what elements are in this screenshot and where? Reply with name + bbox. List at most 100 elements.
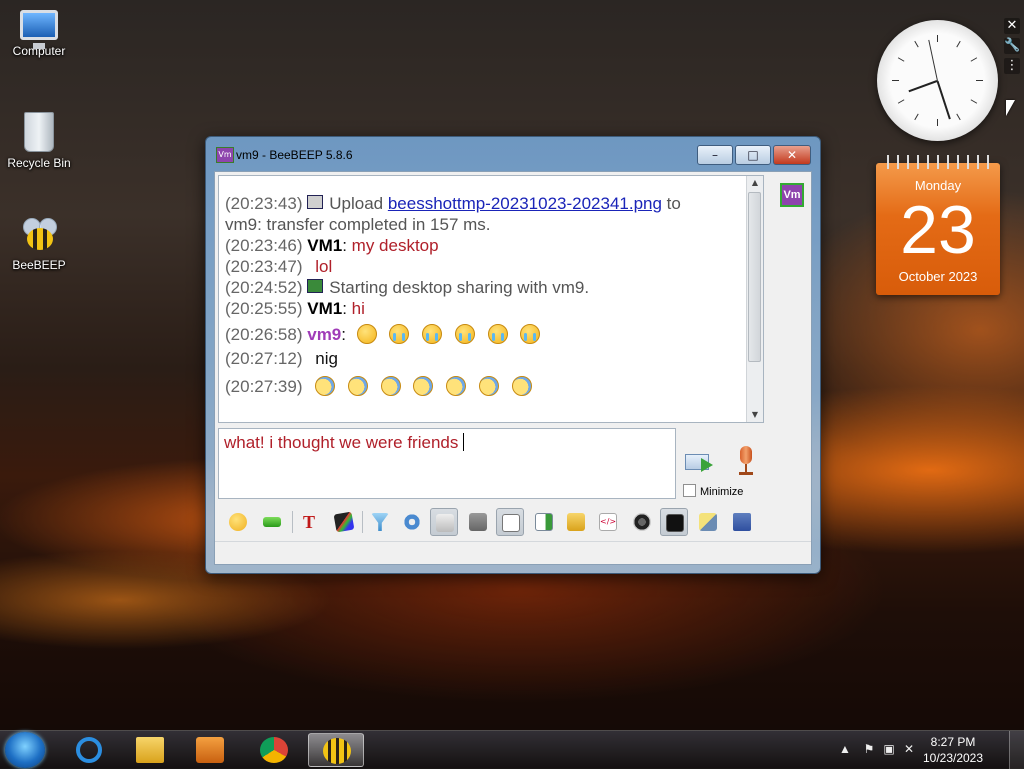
clock-tick <box>937 119 938 126</box>
tray-date[interactable]: 10/23/2023 <box>918 751 988 765</box>
word-complete-icon <box>469 513 487 531</box>
tray-time[interactable]: 8:27 PM <box>918 735 988 749</box>
chat-line: (20:27:12) nig <box>225 349 745 370</box>
separator: : <box>342 299 352 318</box>
gadget-close-icon[interactable]: ✕ <box>1004 18 1020 34</box>
word-complete-button[interactable] <box>464 508 492 536</box>
clock-face <box>890 33 985 128</box>
chat-line: vm9: transfer completed in 157 ms. <box>225 215 745 236</box>
crying-face-emoji <box>422 324 443 344</box>
text-caret <box>463 433 465 451</box>
chat-toolbar: T </> <box>218 505 763 539</box>
volume-muted-icon[interactable]: ✕ <box>902 742 916 756</box>
taskbar-media-player[interactable] <box>182 733 238 767</box>
action-center-flag-icon[interactable]: ⚑ <box>862 742 876 756</box>
timestamp: (20:26:58) <box>225 325 303 344</box>
clock-tick <box>937 35 938 42</box>
save-chat-button[interactable] <box>530 508 558 536</box>
folder-arrow-icon <box>567 513 585 531</box>
maximize-button[interactable]: □ <box>735 145 771 165</box>
chat-scrollbar[interactable]: ▲ ▼ <box>746 176 763 422</box>
font-button[interactable]: T <box>298 508 326 536</box>
timestamp: (20:27:39) <box>225 377 303 396</box>
html-button[interactable]: </> <box>594 508 622 536</box>
desktop-icon-beebeep[interactable]: BeeBEEP <box>2 218 76 272</box>
internet-explorer-icon <box>76 737 102 763</box>
media-player-icon <box>196 737 224 763</box>
notes-button[interactable] <box>694 508 722 536</box>
gadget-drag-handle-icon[interactable]: ⋮ <box>1004 58 1020 74</box>
chat-line: (20:26:58) vm9: <box>225 320 745 349</box>
voice-message-button[interactable] <box>735 446 757 478</box>
checkbox-box[interactable] <box>683 484 696 497</box>
scroll-down-icon[interactable]: ▼ <box>747 408 763 422</box>
send-message-button[interactable] <box>683 448 717 476</box>
minimize-checkbox[interactable]: Minimize <box>683 484 743 498</box>
clock-gadget[interactable] <box>877 20 998 141</box>
floppy-disk-icon <box>733 513 751 531</box>
window-titlebar[interactable]: Vm vm9 - BeeBEEP 5.8.6 – □ ✕ <box>206 137 820 171</box>
crying-face-emoji <box>487 324 508 344</box>
taskbar-chrome[interactable] <box>246 733 302 767</box>
filter-button[interactable] <box>366 508 394 536</box>
color-button[interactable] <box>330 508 358 536</box>
settings-button[interactable] <box>398 508 426 536</box>
clock-tick <box>970 57 978 62</box>
close-button[interactable]: ✕ <box>773 145 811 165</box>
emoji-button[interactable] <box>224 508 252 536</box>
bee-icon <box>323 738 351 764</box>
desktop-share-icon <box>307 279 324 293</box>
desktop-icon-computer[interactable]: Computer <box>2 10 76 58</box>
upload-icon <box>307 195 324 209</box>
calendar-month-year: October 2023 <box>898 269 978 284</box>
taskbar-file-explorer[interactable] <box>122 733 178 767</box>
worried-face-emoji <box>356 324 377 344</box>
window-title: vm9 - BeeBEEP 5.8.6 <box>236 148 353 162</box>
document-arrow-icon <box>535 513 553 531</box>
terminal-button[interactable] <box>660 508 688 536</box>
separator: : <box>342 236 352 255</box>
separator: : <box>341 325 346 344</box>
message-text: my desktop <box>351 236 439 255</box>
show-desktop-button[interactable] <box>1009 731 1024 769</box>
gadget-options-icon[interactable]: 🔧 <box>1004 38 1020 54</box>
save-button[interactable] <box>728 508 756 536</box>
desktop-icon-recycle-bin[interactable]: Recycle Bin <box>2 112 76 170</box>
file-link[interactable]: beesshottmp-20231023-202341.png <box>388 194 662 213</box>
sound-button[interactable] <box>496 508 524 536</box>
message-input[interactable]: what! i thought we were friends <box>218 428 676 499</box>
taskbar-beebeep[interactable] <box>308 733 364 767</box>
calendar-weekday: Monday <box>914 178 962 193</box>
bee-icon <box>19 218 59 254</box>
spellcheck-button[interactable] <box>430 508 458 536</box>
timestamp: (20:23:47) <box>225 257 303 276</box>
anxious-face-emoji <box>446 376 467 396</box>
start-button[interactable] <box>5 732 45 768</box>
minimize-button[interactable]: – <box>697 145 733 165</box>
chat-line: (20:23:47) lol <box>225 257 745 278</box>
network-icon[interactable]: ▣ <box>882 742 896 756</box>
scroll-up-icon[interactable]: ▲ <box>747 176 763 190</box>
calendar-rings <box>882 155 994 169</box>
chat-text: to <box>661 194 681 213</box>
scroll-thumb[interactable] <box>748 192 761 362</box>
smiley-icon <box>229 513 247 531</box>
send-file-button[interactable] <box>258 508 286 536</box>
calendar-day: 23 <box>900 192 976 268</box>
chat-history[interactable]: (20:23:43) Upload beesshottmp-20231023-2… <box>218 175 764 423</box>
clock-tick <box>897 99 905 104</box>
anxious-face-emoji <box>315 376 336 396</box>
screenshot-button[interactable] <box>628 508 656 536</box>
user-avatar-vm9[interactable]: Vm <box>780 183 804 207</box>
folder-icon <box>136 737 164 763</box>
share-desktop-button[interactable] <box>562 508 590 536</box>
chat-line: (20:27:39) <box>225 370 745 399</box>
desktop-icon-label: Recycle Bin <box>7 156 71 170</box>
crying-face-emoji <box>454 324 475 344</box>
show-hidden-icons-icon[interactable]: ▲ <box>838 742 852 756</box>
clock-tick <box>914 40 919 48</box>
system-tray: ▲ ⚑ ▣ ✕ 8:27 PM 10/23/2023 <box>826 731 1016 769</box>
calendar-gadget[interactable]: Monday 23 October 2023 <box>876 155 1000 295</box>
message-input-text: what! i thought we were friends <box>224 433 459 452</box>
taskbar-internet-explorer[interactable] <box>62 733 118 767</box>
